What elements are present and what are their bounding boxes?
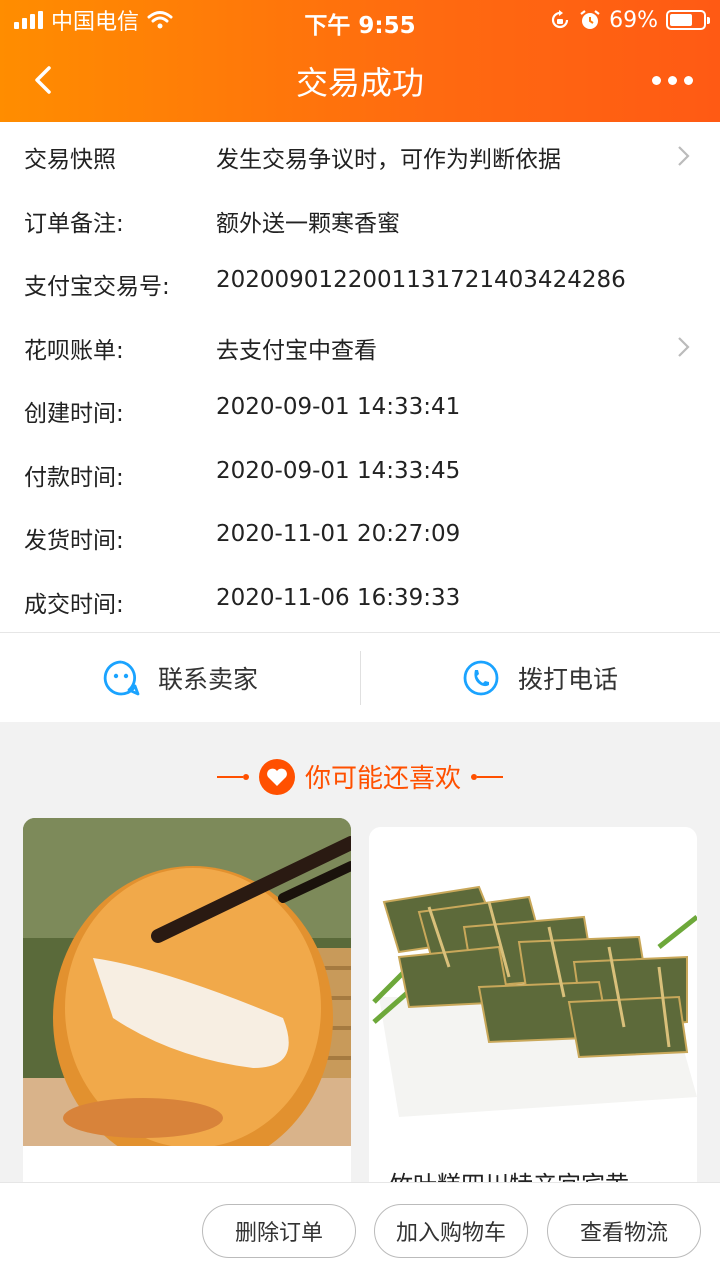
alarm-icon bbox=[580, 10, 600, 29]
add-to-cart-button[interactable]: 加入购物车 bbox=[374, 1204, 528, 1258]
recommend-title-text: 你可能还喜欢 bbox=[304, 764, 461, 794]
page-title: 交易成功 bbox=[295, 64, 424, 102]
product-card[interactable]: 竹叶糕四川特产宜宾黄 bbox=[369, 827, 697, 1182]
recommend-section: 你可能还喜欢 bbox=[0, 722, 720, 1182]
chevron-right-icon bbox=[678, 336, 690, 357]
info-value: 2020-09-01 14:33:41 bbox=[216, 394, 461, 420]
info-value: 2020-09-01 14:33:45 bbox=[216, 457, 461, 484]
info-row[interactable]: 交易快照 发生交易争议时，可作为判断依据 bbox=[0, 124, 720, 188]
contact-seller-button[interactable]: 联系卖家 bbox=[0, 633, 360, 723]
info-value: 2020-11-01 20:27:09 bbox=[216, 521, 461, 547]
title-decoration-left bbox=[216, 773, 249, 780]
info-label: 交易快照 bbox=[24, 147, 116, 173]
view-logistics-button[interactable]: 查看物流 bbox=[547, 1204, 701, 1258]
status-bar: 中国电信 下午 9:55 69% bbox=[0, 0, 720, 40]
info-row: 付款时间: 2020-09-01 14:33:45 bbox=[0, 442, 720, 506]
info-label: 支付宝交易号: bbox=[24, 274, 170, 300]
info-row: 支付宝交易号: 2020090122001131721403424286 bbox=[0, 251, 720, 315]
info-label: 花呗账单: bbox=[24, 337, 124, 364]
call-phone-label: 拨打电话 bbox=[517, 665, 618, 694]
info-row: 发货时间: 2020-11-01 20:27:09 bbox=[0, 505, 720, 569]
order-info-section: 交易快照 发生交易争议时，可作为判断依据订单备注: 额外送一颗寒香蜜支付宝交易号: 2… bbox=[0, 122, 720, 632]
call-phone-button[interactable]: 拨打电话 bbox=[360, 633, 720, 723]
nav-bar: 交易成功 bbox=[0, 40, 720, 122]
more-dots-icon[interactable] bbox=[642, 58, 702, 102]
chat-bubble-icon bbox=[103, 660, 140, 696]
info-label: 订单备注: bbox=[24, 210, 124, 237]
info-row: 成交时间: 2020-11-06 16:39:33 bbox=[0, 569, 720, 633]
title-decoration-right bbox=[471, 773, 503, 780]
battery-percent: 69% bbox=[609, 7, 658, 33]
delete-order-button[interactable]: 删除订单 bbox=[202, 1204, 356, 1258]
info-row: 订单备注: 额外送一颗寒香蜜 bbox=[0, 188, 720, 252]
product-card[interactable] bbox=[23, 818, 351, 1182]
lock-rotation-icon bbox=[552, 10, 569, 29]
info-value: 额外送一颗寒香蜜 bbox=[216, 210, 400, 237]
info-value: 2020-11-06 16:39:33 bbox=[216, 584, 461, 611]
info-value: 去支付宝中查看 bbox=[216, 337, 377, 364]
info-row: 创建时间: 2020-09-01 14:33:41 bbox=[0, 378, 720, 442]
product-image-fried-cake bbox=[23, 818, 351, 1146]
phone-icon bbox=[463, 660, 499, 696]
info-label: 付款时间: bbox=[24, 464, 124, 491]
info-label: 发货时间: bbox=[24, 528, 124, 554]
product-name: 竹叶糕四川特产宜宾黄 bbox=[389, 1165, 629, 1182]
heart-icon bbox=[258, 758, 295, 795]
info-value: 2020090122001131721403424286 bbox=[216, 267, 626, 293]
battery-icon bbox=[666, 10, 710, 30]
info-row[interactable]: 花呗账单: 去支付宝中查看 bbox=[0, 315, 720, 379]
chevron-right-icon bbox=[678, 146, 690, 166]
info-value: 发生交易争议时，可作为判断依据 bbox=[216, 147, 561, 173]
product-image-leaf-cake bbox=[369, 827, 697, 1155]
info-label: 创建时间: bbox=[24, 401, 124, 427]
contact-actions: 联系卖家 拨打电话 bbox=[0, 632, 720, 722]
recommend-title: 你可能还喜欢 bbox=[0, 758, 720, 795]
info-label: 成交时间: bbox=[24, 591, 124, 618]
contact-seller-label: 联系卖家 bbox=[157, 665, 258, 694]
footer-bar: 删除订单 加入购物车 查看物流 bbox=[0, 1182, 720, 1280]
header: 中国电信 下午 9:55 69% 交易成功 bbox=[0, 0, 720, 122]
